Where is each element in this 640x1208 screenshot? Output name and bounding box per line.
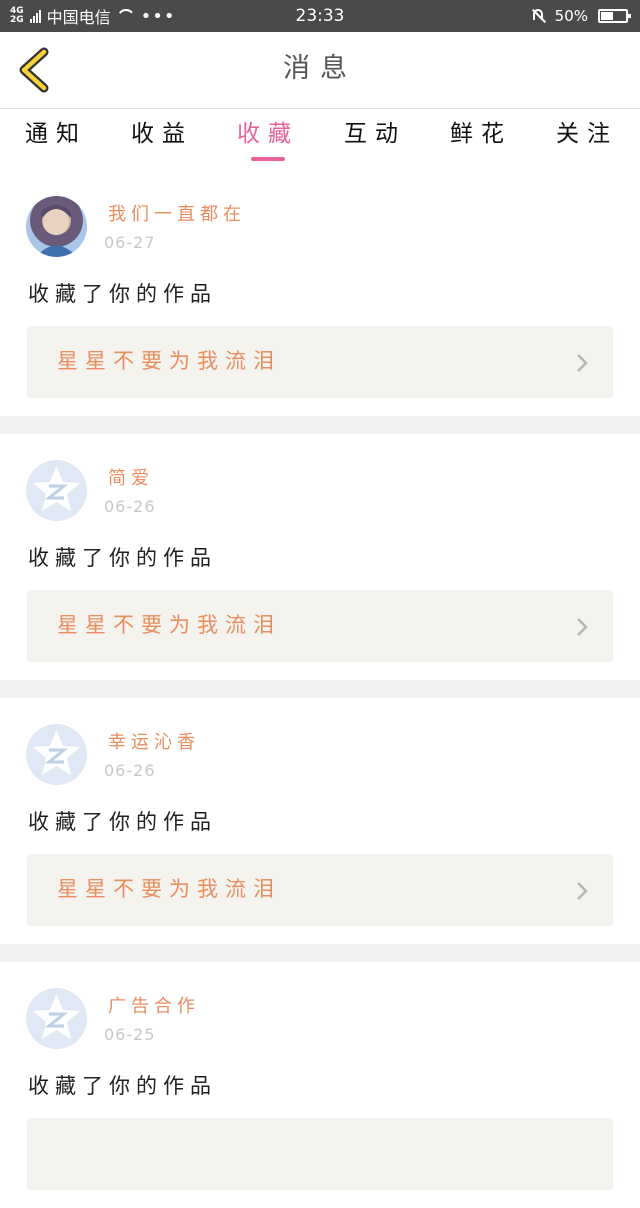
message-date: 06-27	[104, 233, 156, 252]
username[interactable]: 广告合作	[108, 992, 200, 1018]
avatar[interactable]	[26, 988, 87, 1049]
header: 消息	[0, 32, 640, 109]
work-link[interactable]: 星星不要为我流泪	[27, 326, 613, 398]
work-title: 星星不要为我流泪	[57, 877, 281, 901]
tab-notifications[interactable]: 通知	[6, 109, 106, 165]
separator	[0, 680, 640, 698]
chevron-right-icon	[577, 618, 588, 636]
tab-label: 互动	[344, 121, 406, 147]
status-bar: 4G 2G 中国电信 ••• 23:33 50%	[0, 0, 640, 32]
tab-bar: 通知 收益 收藏 互动 鲜花 关注	[0, 109, 640, 169]
work-title: 星星不要为我流泪	[57, 613, 281, 637]
tab-favorites[interactable]: 收藏	[218, 109, 318, 165]
tab-flowers[interactable]: 鲜花	[431, 109, 531, 165]
message-date: 06-25	[104, 1025, 156, 1044]
action-text: 收藏了你的作品	[28, 546, 217, 570]
message-list: 我们一直都在 06-27 收藏了你的作品 星星不要为我流泪 简爱 06-26 收…	[0, 170, 640, 1208]
message-date: 06-26	[104, 761, 156, 780]
action-text: 收藏了你的作品	[28, 1074, 217, 1098]
tab-label: 鲜花	[450, 121, 512, 147]
tab-interactions[interactable]: 互动	[325, 109, 425, 165]
tab-label: 收益	[131, 121, 193, 147]
list-item: 广告合作 06-25 收藏了你的作品	[0, 962, 640, 1208]
list-item: 幸运沁香 06-26 收藏了你的作品 星星不要为我流泪	[0, 698, 640, 944]
battery-percent: 50%	[554, 7, 588, 25]
action-text: 收藏了你的作品	[28, 810, 217, 834]
separator	[0, 944, 640, 962]
user-photo-icon	[36, 205, 77, 257]
default-star-icon	[26, 988, 87, 1049]
avatar[interactable]	[26, 196, 87, 257]
list-item: 我们一直都在 06-27 收藏了你的作品 星星不要为我流泪	[0, 170, 640, 416]
status-right: 50%	[531, 0, 631, 32]
work-title: 星星不要为我流泪	[57, 349, 281, 373]
avatar[interactable]	[26, 460, 87, 521]
tab-label: 通知	[25, 121, 87, 147]
battery-icon	[598, 9, 631, 23]
work-link[interactable]: 星星不要为我流泪	[27, 590, 613, 662]
action-text: 收藏了你的作品	[28, 282, 217, 306]
work-link[interactable]: 星星不要为我流泪	[27, 854, 613, 926]
username[interactable]: 简爱	[108, 464, 154, 490]
chevron-right-icon	[577, 354, 588, 372]
default-star-icon	[26, 724, 87, 785]
list-item: 简爱 06-26 收藏了你的作品 星星不要为我流泪	[0, 434, 640, 680]
default-star-icon	[26, 460, 87, 521]
avatar[interactable]	[26, 724, 87, 785]
page-title: 消息	[283, 53, 357, 84]
work-link[interactable]	[27, 1118, 613, 1190]
tab-following[interactable]: 关注	[537, 109, 637, 165]
separator	[0, 416, 640, 434]
chevron-right-icon	[577, 882, 588, 900]
active-tab-indicator	[251, 157, 285, 161]
tab-earnings[interactable]: 收益	[112, 109, 212, 165]
tab-label: 关注	[556, 121, 618, 147]
bell-muted-icon	[531, 8, 545, 24]
username[interactable]: 幸运沁香	[108, 728, 200, 754]
message-date: 06-26	[104, 497, 156, 516]
username[interactable]: 我们一直都在	[108, 200, 246, 226]
tab-label: 收藏	[237, 121, 299, 147]
